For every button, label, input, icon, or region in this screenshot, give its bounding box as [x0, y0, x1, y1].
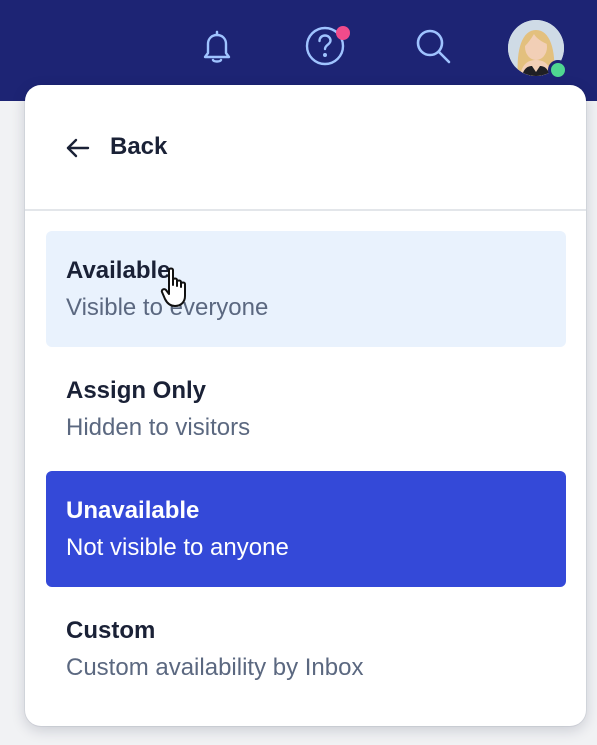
search-icon[interactable] — [412, 25, 454, 67]
hand-pointer-cursor-icon — [160, 267, 186, 307]
option-title: Custom — [66, 617, 156, 644]
divider — [25, 209, 586, 211]
option-title: Assign Only — [66, 377, 207, 404]
option-subtitle: Not visible to anyone — [66, 534, 289, 561]
option-available[interactable]: Available Visible to everyone — [46, 231, 566, 347]
availability-menu: Back Available Visible to everyone Assig… — [25, 85, 586, 726]
option-assign-only[interactable]: Assign Only Hidden to visitors — [46, 351, 566, 467]
arrow-left-icon — [66, 138, 90, 158]
option-custom[interactable]: Custom Custom availability by Inbox — [46, 591, 566, 707]
option-unavailable[interactable]: Unavailable Not visible to anyone — [46, 471, 566, 587]
back-button[interactable]: Back — [25, 85, 586, 209]
option-subtitle: Custom availability by Inbox — [66, 654, 364, 681]
option-subtitle: Hidden to visitors — [66, 414, 251, 441]
notification-dot — [336, 26, 350, 40]
option-title: Available — [66, 257, 171, 284]
bell-icon[interactable] — [196, 25, 238, 67]
option-title: Unavailable — [66, 497, 200, 524]
back-label: Back — [110, 133, 168, 160]
online-status-dot — [548, 60, 568, 80]
